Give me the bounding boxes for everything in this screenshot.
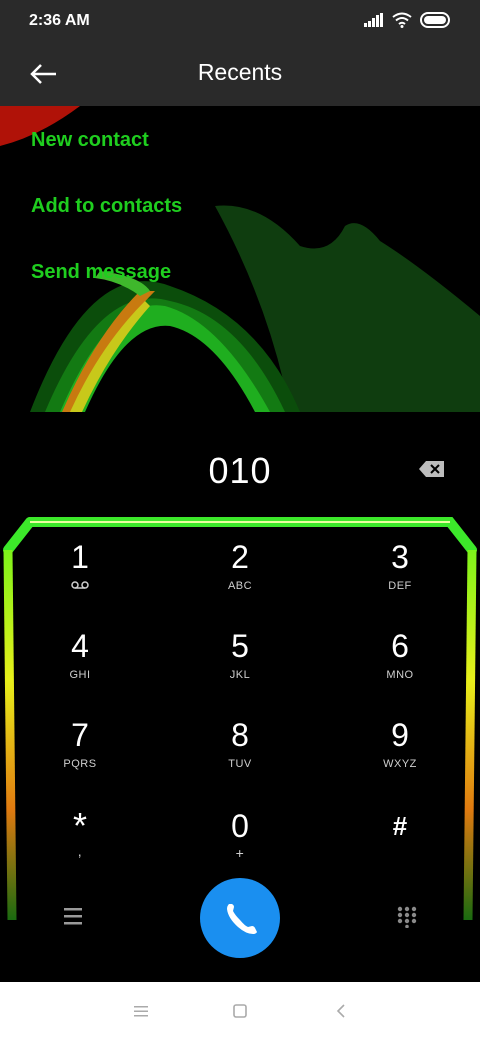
key-7[interactable]: 7 PQRS	[20, 718, 140, 798]
system-nav-bar	[0, 982, 480, 1040]
key-digit: 4	[71, 628, 89, 664]
key-letters: GHI	[69, 669, 91, 681]
back-nav-icon[interactable]	[334, 1003, 348, 1019]
key-0[interactable]: 0 +	[180, 809, 300, 889]
key-4[interactable]: 4 GHI	[20, 629, 140, 709]
call-button[interactable]	[200, 878, 280, 958]
key-hash[interactable]: #	[340, 809, 460, 889]
key-5[interactable]: 5 JKL	[180, 629, 300, 709]
battery-icon	[420, 12, 450, 28]
dialpad-toggle-button[interactable]	[396, 906, 418, 929]
dialed-number: 010	[208, 450, 272, 491]
key-letters: PQRS	[63, 758, 97, 770]
key-digit: #	[392, 811, 408, 841]
status-icons	[364, 12, 452, 28]
key-digit: 1	[71, 539, 89, 575]
page-title: Recents	[197, 59, 283, 85]
key-letters: DEF	[388, 580, 412, 592]
new-contact-action[interactable]: New contact	[31, 129, 149, 152]
key-letters: ,	[77, 843, 83, 859]
key-letters: TUV	[228, 758, 252, 770]
add-to-contacts-action[interactable]: Add to contacts	[31, 195, 182, 218]
key-letters: MNO	[386, 669, 414, 681]
key-digit: 2	[231, 539, 249, 575]
key-digit: 6	[391, 628, 409, 664]
backspace-button[interactable]	[418, 459, 446, 479]
recent-apps-icon[interactable]	[133, 1004, 149, 1018]
key-digit: 9	[391, 717, 409, 753]
key-letters: +	[235, 845, 245, 861]
dialpad-icon	[397, 906, 417, 929]
signal-icon	[364, 13, 383, 27]
key-star[interactable]: * ,	[20, 805, 140, 889]
key-9[interactable]: 9 WXYZ	[340, 718, 460, 798]
key-digit: 0	[231, 808, 249, 844]
key-6[interactable]: 6 MNO	[340, 629, 460, 709]
key-digit: 7	[71, 717, 89, 753]
status-bar: 2:36 AM	[0, 0, 480, 42]
send-message-action[interactable]: Send message	[31, 261, 171, 284]
app-header: Recents	[0, 42, 480, 106]
menu-button[interactable]	[62, 906, 84, 926]
key-digit: 5	[231, 628, 249, 664]
key-digit: 3	[391, 539, 409, 575]
key-letters: JKL	[229, 669, 251, 681]
key-3[interactable]: 3 DEF	[340, 540, 460, 620]
key-digit: *	[72, 805, 87, 846]
key-letters: ABC	[227, 580, 253, 592]
wifi-icon	[392, 12, 412, 28]
voicemail-icon	[20, 580, 140, 593]
home-icon[interactable]	[232, 1003, 248, 1019]
key-digit: 8	[231, 717, 249, 753]
menu-icon	[64, 908, 82, 925]
wallpaper: New contact Add to contacts Send message	[0, 106, 480, 412]
phone-icon	[227, 904, 257, 934]
key-8[interactable]: 8 TUV	[180, 718, 300, 798]
backspace-icon	[419, 461, 444, 477]
key-letters: WXYZ	[383, 758, 417, 770]
key-1[interactable]: 1	[20, 540, 140, 620]
key-2[interactable]: 2 ABC	[180, 540, 300, 620]
status-time: 2:36 AM	[29, 12, 90, 29]
